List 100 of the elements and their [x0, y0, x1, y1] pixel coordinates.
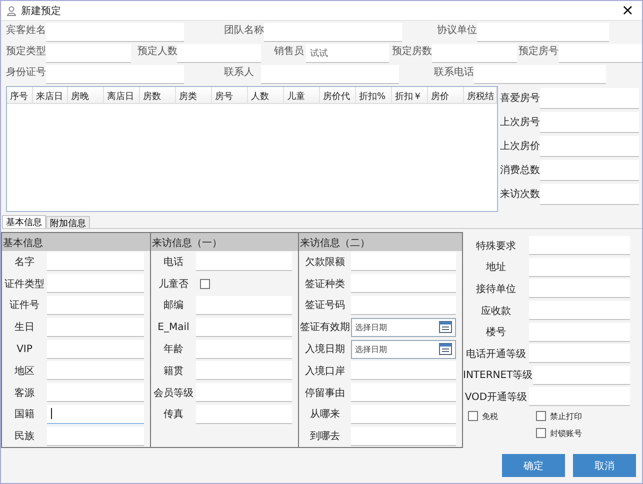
close-button[interactable]: ×	[619, 3, 636, 18]
input-field[interactable]	[558, 44, 642, 63]
checkbox[interactable]	[468, 411, 478, 422]
column-header[interactable]: 房价代	[320, 87, 356, 103]
input-field[interactable]	[196, 296, 292, 315]
input-field[interactable]	[540, 136, 639, 156]
input-field[interactable]	[540, 112, 639, 132]
column-header[interactable]: 离店日	[104, 87, 140, 103]
checkbox[interactable]	[536, 411, 546, 422]
field-label: 地区	[14, 364, 36, 378]
input-field[interactable]	[529, 236, 630, 256]
input-field[interactable]	[477, 23, 609, 42]
dialog-button[interactable]: 取消	[573, 454, 636, 478]
input-field[interactable]	[351, 404, 456, 424]
field-label: 团队名称	[224, 24, 264, 38]
input-field[interactable]	[529, 322, 630, 342]
input-field[interactable]	[47, 383, 144, 402]
field-label: 签证有效期	[299, 320, 351, 334]
input-field[interactable]	[47, 318, 144, 337]
user-icon	[7, 6, 16, 16]
input-field[interactable]	[196, 252, 292, 272]
column-header[interactable]: 房类	[176, 87, 212, 103]
checkbox[interactable]	[536, 428, 546, 438]
column-header[interactable]: 房数	[140, 87, 176, 103]
date-picker[interactable]: 选择日期	[351, 340, 456, 359]
column-header[interactable]: 房价	[428, 87, 464, 103]
input-field[interactable]	[46, 65, 184, 84]
field-label: 入境日期	[304, 342, 346, 356]
input-field[interactable]	[529, 279, 630, 298]
field-label: 联系人	[224, 66, 255, 80]
column-header[interactable]: 人数	[248, 87, 284, 103]
input-field[interactable]	[529, 344, 630, 364]
input-field[interactable]	[47, 252, 144, 272]
field-label: 电话开通等级	[465, 348, 527, 361]
column-header[interactable]: 房税结	[464, 87, 497, 103]
input-field[interactable]: 试试	[306, 44, 390, 63]
input-field[interactable]	[196, 404, 292, 424]
field-label: 预定房数	[392, 44, 432, 59]
field-label: 邮编	[162, 298, 184, 312]
input-field[interactable]	[47, 361, 144, 380]
input-field[interactable]	[540, 88, 639, 108]
tab[interactable]: 基本信息	[2, 215, 46, 228]
field-label: 签证种类	[304, 278, 346, 291]
input-field[interactable]	[196, 340, 292, 359]
input-field[interactable]	[532, 366, 630, 385]
field-label: 电话	[162, 256, 184, 269]
input-field[interactable]	[46, 44, 132, 63]
date-picker[interactable]: 选择日期	[351, 318, 456, 337]
input-field[interactable]	[351, 383, 456, 402]
input-field[interactable]	[351, 426, 456, 446]
input-field[interactable]	[47, 426, 144, 446]
column-header[interactable]: 来店日	[33, 87, 68, 103]
input-field[interactable]	[351, 252, 456, 272]
input-field[interactable]	[47, 296, 144, 315]
input-field[interactable]	[351, 296, 456, 315]
field-label: 应收款	[480, 304, 512, 318]
input-field[interactable]	[351, 274, 456, 294]
calendar-icon[interactable]	[439, 321, 452, 334]
column-header[interactable]: 房号	[212, 87, 248, 103]
input-field[interactable]	[47, 404, 144, 424]
field-label: E_Mail	[156, 322, 190, 333]
input-field[interactable]	[196, 383, 292, 402]
input-field[interactable]	[529, 387, 630, 406]
checkbox-label: 封锁账号	[550, 428, 582, 439]
field-label: 宾客姓名	[6, 24, 46, 38]
calendar-icon[interactable]	[439, 343, 452, 356]
column-header[interactable]: 折扣%	[356, 87, 392, 103]
field-label: 预定类型	[6, 44, 46, 59]
input-field[interactable]	[196, 361, 292, 380]
checkbox[interactable]	[200, 278, 210, 289]
checkbox-label: 禁止打印	[550, 410, 582, 422]
input-field[interactable]	[351, 361, 456, 380]
input-field[interactable]	[529, 301, 630, 320]
input-field[interactable]	[432, 44, 517, 63]
input-field[interactable]	[47, 340, 144, 359]
section-title: 来访信息（一）	[151, 233, 298, 251]
field-label: 身份证号	[6, 66, 46, 80]
input-field[interactable]	[474, 65, 606, 84]
field-label: 从哪来	[309, 408, 341, 422]
input-field[interactable]	[540, 160, 639, 180]
column-header[interactable]: 儿童	[284, 87, 320, 103]
dialog-button[interactable]: 确定	[502, 454, 565, 478]
input-field[interactable]	[264, 23, 402, 42]
column-header[interactable]: 折扣￥	[392, 87, 428, 103]
column-header[interactable]: 房晚	[68, 87, 104, 103]
section-title: 基本信息	[2, 233, 150, 251]
input-field[interactable]	[47, 274, 144, 294]
input-field[interactable]	[529, 258, 630, 277]
input-field[interactable]	[46, 23, 184, 42]
tab[interactable]: 附加信息	[46, 216, 90, 228]
field-label: 会员等级	[152, 386, 194, 400]
input-field[interactable]	[196, 318, 292, 337]
input-field[interactable]	[261, 65, 399, 84]
field-label: 来访次数	[500, 188, 540, 201]
field-label: 传真	[162, 408, 184, 422]
input-field[interactable]	[177, 44, 261, 63]
column-header[interactable]: 序号	[7, 87, 33, 103]
field-label: 地址	[485, 260, 507, 274]
input-field[interactable]	[540, 184, 639, 204]
field-label: VOD开通等级	[464, 390, 528, 404]
